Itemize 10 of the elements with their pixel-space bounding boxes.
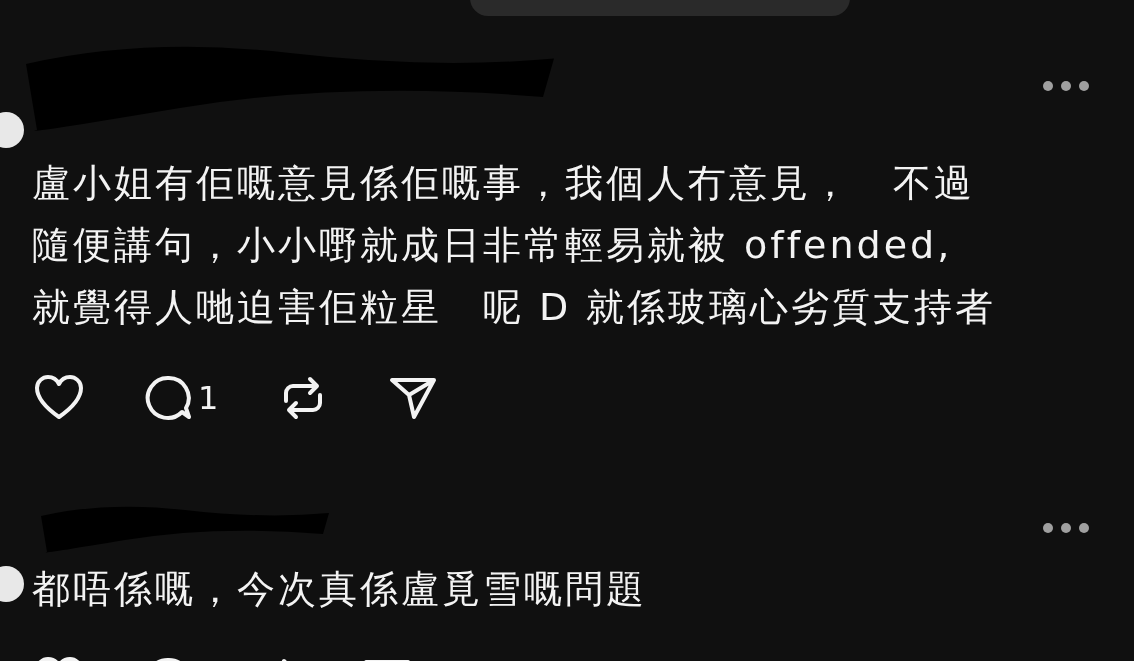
more-icon[interactable] — [1042, 522, 1090, 534]
post-text-line: 隨便講句，小小嘢就成日非常輕易就被 offended, — [32, 222, 953, 269]
post-text-line: 盧小姐有佢嘅意見係佢嘅事，我個人冇意見， 不過 — [32, 160, 975, 207]
send-icon[interactable] — [388, 375, 439, 421]
more-icon[interactable] — [1042, 80, 1090, 92]
post-text-line: 都唔係嘅，今次真係盧覓雪嘅問題 — [32, 566, 647, 613]
comment-icon[interactable] — [144, 375, 192, 421]
post-text-line: 就覺得人哋迫害佢粒星 呢 D 就係玻璃心劣質支持者 — [32, 284, 997, 331]
reply-count: 1 — [198, 379, 219, 417]
heart-icon[interactable] — [34, 375, 84, 421]
